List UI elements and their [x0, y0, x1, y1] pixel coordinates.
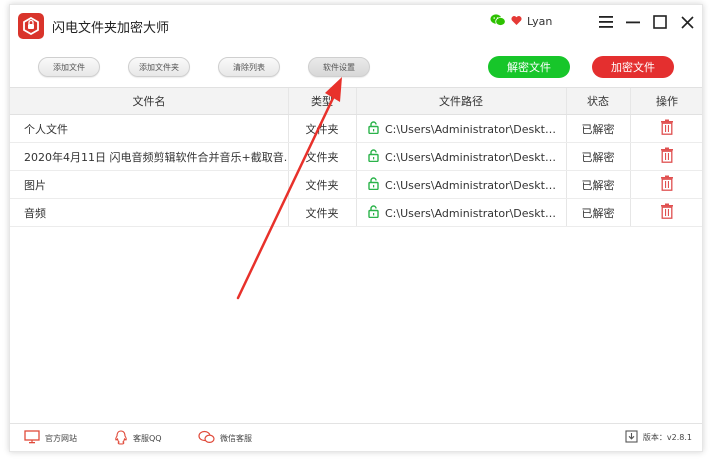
column-divider: [566, 88, 567, 114]
table-row[interactable]: 个人文件 文件夹 C:\Users\Administrator\Desktop\…: [10, 115, 702, 143]
trash-icon[interactable]: [660, 175, 674, 194]
row-name: 音频: [24, 206, 46, 220]
row-path-text: C:\Users\Administrator\Desktop\图片: [385, 178, 561, 192]
trash-icon[interactable]: [660, 203, 674, 222]
unlock-icon: [368, 148, 379, 165]
unlock-icon: [368, 176, 379, 193]
app-title: 闪电文件夹加密大师: [52, 21, 170, 36]
column-divider: [356, 115, 357, 142]
qq-service-link[interactable]: 客服QQ: [114, 430, 162, 447]
version-info[interactable]: 版本：v2.8.1: [625, 430, 692, 445]
row-path: C:\Users\Administrator\Desktop\个人文件: [356, 115, 566, 142]
vip-heart-icon: [511, 15, 522, 29]
wechat-icon: [490, 13, 506, 30]
column-divider: [566, 143, 567, 170]
status-bar: 官方网站 客服QQ 微信客服 版本：v2.8.1: [10, 423, 702, 451]
title-bar: 闪电文件夹加密大师 Lyan: [10, 5, 702, 45]
row-status: 已解密: [581, 122, 615, 136]
header-status[interactable]: 状态: [566, 88, 630, 114]
row-path-text: C:\Users\Administrator\Desktop\音频: [385, 206, 561, 220]
row-path-text: C:\Users\Administrator\Desktop\2020年4月11…: [385, 150, 561, 164]
row-delete-button[interactable]: [630, 199, 704, 226]
wechat-chat-icon: [198, 430, 215, 446]
table-header: 文件名 类型 文件路径 状态 操作: [10, 87, 702, 115]
maximize-button[interactable]: [649, 11, 671, 33]
wechat-service-link[interactable]: 微信客服: [198, 430, 252, 446]
row-path: C:\Users\Administrator\Desktop\图片: [356, 171, 566, 198]
row-type: 文件夹: [305, 122, 339, 136]
column-divider: [288, 115, 289, 142]
header-path[interactable]: 文件路径: [356, 88, 566, 114]
header-type[interactable]: 类型: [288, 88, 356, 114]
column-divider: [288, 171, 289, 198]
column-divider: [630, 143, 631, 170]
user-name: Lyan: [527, 15, 553, 28]
unlock-icon: [368, 204, 379, 221]
column-divider: [566, 171, 567, 198]
version-label: 版本：v2.8.1: [642, 433, 692, 442]
row-delete-button[interactable]: [630, 171, 704, 198]
unlock-icon: [368, 120, 379, 137]
header-operation: 操作: [656, 95, 678, 108]
row-type: 文件夹: [305, 178, 339, 192]
column-divider: [356, 199, 357, 226]
column-divider: [288, 199, 289, 226]
row-path-text: C:\Users\Administrator\Desktop\个人文件: [385, 122, 561, 136]
header-name[interactable]: 文件名: [10, 88, 288, 114]
column-divider: [630, 171, 631, 198]
row-status: 已解密: [581, 150, 615, 164]
row-status: 已解密: [581, 206, 615, 220]
close-button[interactable]: [676, 11, 698, 33]
column-divider: [630, 115, 631, 142]
download-icon: [625, 430, 638, 445]
user-area[interactable]: Lyan: [490, 13, 552, 30]
add-file-button[interactable]: 添加文件: [38, 57, 100, 77]
column-divider: [566, 199, 567, 226]
row-delete-button[interactable]: [630, 143, 704, 170]
row-name: 2020年4月11日 闪电音频剪辑软件合并音乐+截取音...: [24, 150, 288, 164]
table-row[interactable]: 音频 文件夹 C:\Users\Administrator\Desktop\音频…: [10, 199, 702, 227]
settings-button[interactable]: 软件设置: [308, 57, 370, 77]
table-row[interactable]: 图片 文件夹 C:\Users\Administrator\Desktop\图片…: [10, 171, 702, 199]
toolbar: 添加文件 添加文件夹 清除列表 软件设置 解密文件 加密文件: [10, 45, 702, 87]
column-divider: [288, 143, 289, 170]
column-divider: [630, 88, 631, 114]
row-name: 个人文件: [24, 122, 68, 136]
column-divider: [356, 143, 357, 170]
trash-icon[interactable]: [660, 147, 674, 166]
encrypt-file-button[interactable]: 加密文件: [592, 56, 674, 78]
qq-service-label: 客服QQ: [133, 434, 162, 443]
official-website-link[interactable]: 官方网站: [24, 430, 77, 446]
app-window: 闪电文件夹加密大师 Lyan 添加文件 添加文件夹 清除列表 软件设置 解密文件…: [9, 4, 703, 452]
column-divider: [630, 199, 631, 226]
clear-list-button[interactable]: 清除列表: [218, 57, 280, 77]
minimize-button[interactable]: [622, 11, 644, 33]
folder-lock-icon: [18, 13, 44, 39]
column-divider: [288, 88, 289, 114]
wechat-service-label: 微信客服: [220, 433, 252, 443]
column-divider: [566, 115, 567, 142]
menu-button[interactable]: [595, 11, 617, 33]
file-table: 文件名 类型 文件路径 状态 操作 个人文件 文件夹 C:\Users\Admi…: [10, 87, 702, 227]
table-row[interactable]: 2020年4月11日 闪电音频剪辑软件合并音乐+截取音... 文件夹 C:\Us…: [10, 143, 702, 171]
row-status: 已解密: [581, 178, 615, 192]
official-website-label: 官方网站: [45, 433, 77, 443]
column-divider: [356, 171, 357, 198]
row-type: 文件夹: [305, 206, 339, 220]
row-path: C:\Users\Administrator\Desktop\音频: [356, 199, 566, 226]
row-path: C:\Users\Administrator\Desktop\2020年4月11…: [356, 143, 566, 170]
column-divider: [356, 88, 357, 114]
add-folder-button[interactable]: 添加文件夹: [128, 57, 190, 77]
decrypt-file-button[interactable]: 解密文件: [488, 56, 570, 78]
qq-icon: [114, 430, 128, 447]
row-name: 图片: [24, 178, 46, 192]
monitor-icon: [24, 430, 40, 446]
row-type: 文件夹: [305, 150, 339, 164]
trash-icon[interactable]: [660, 119, 674, 138]
row-delete-button[interactable]: [630, 115, 704, 142]
